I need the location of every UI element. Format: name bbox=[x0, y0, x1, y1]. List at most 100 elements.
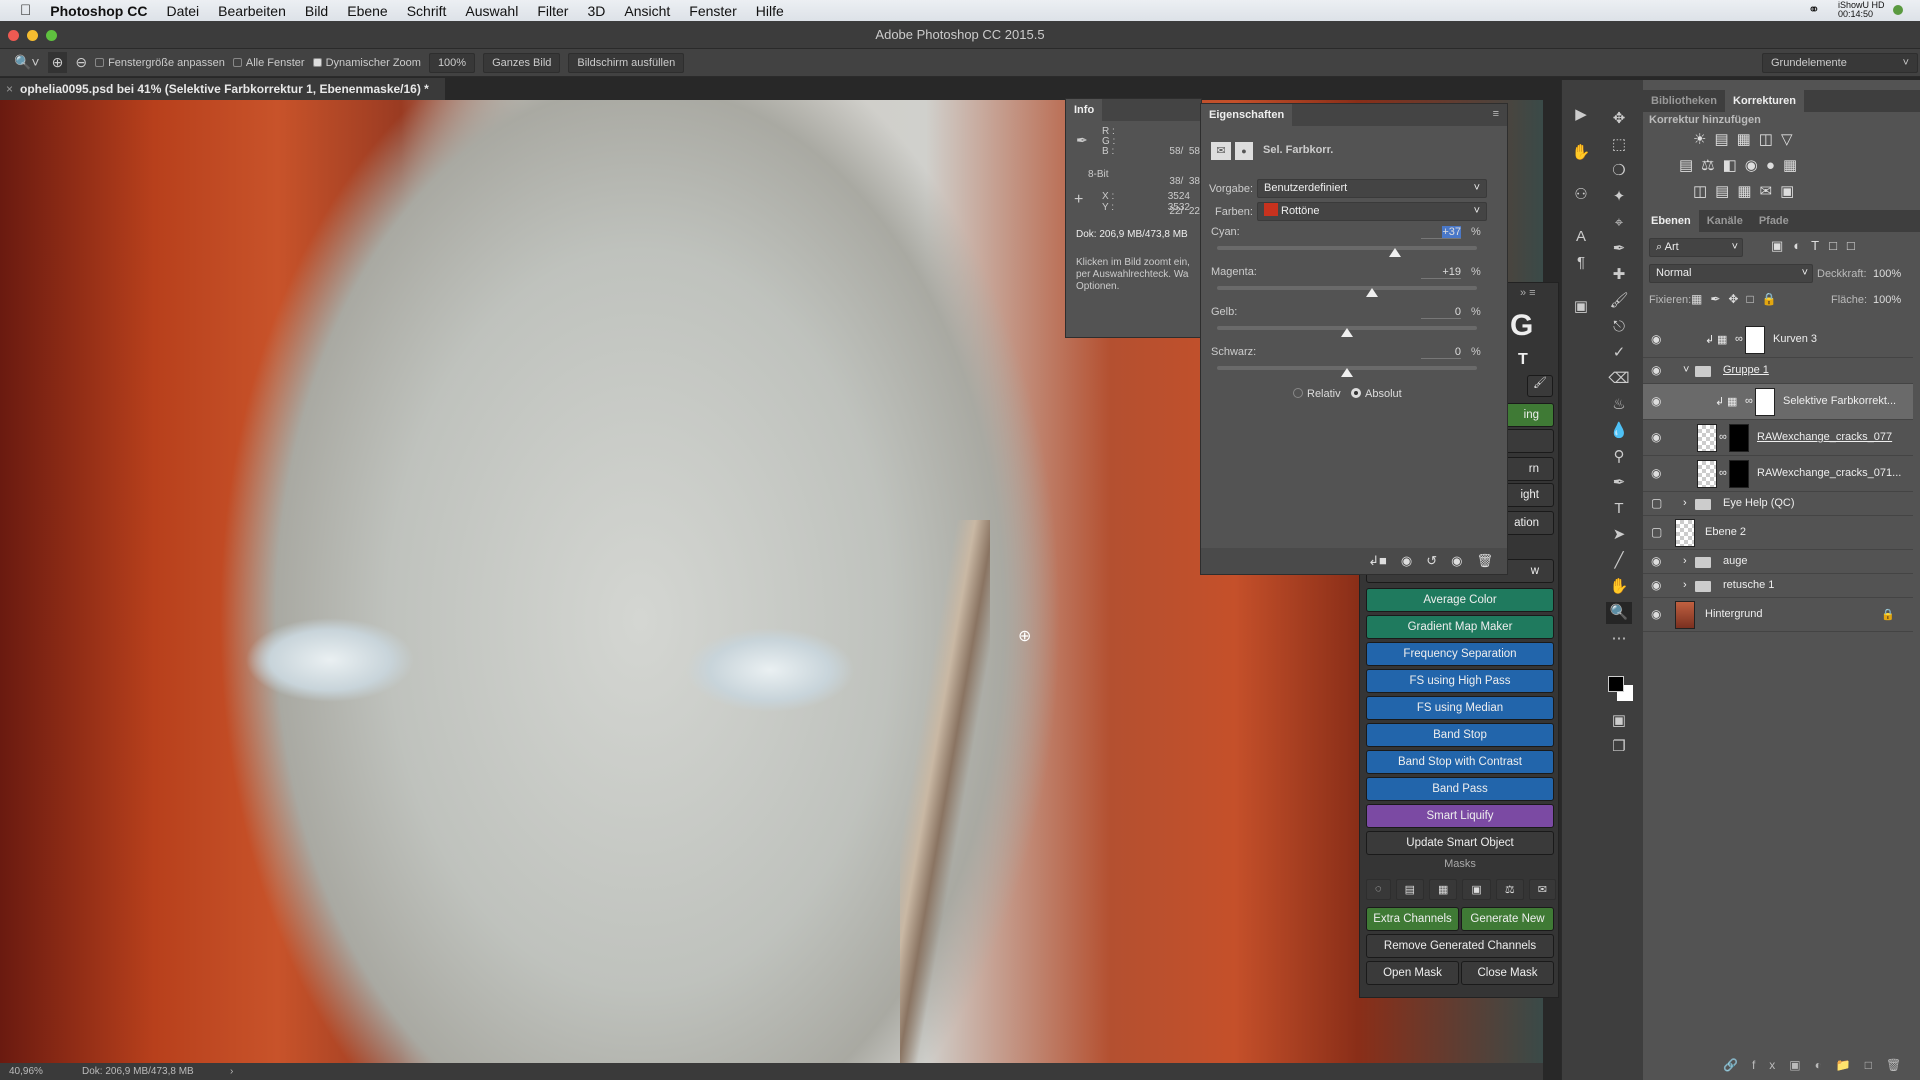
type-panel-icon[interactable]: A bbox=[1568, 226, 1594, 248]
preset-select[interactable]: Benutzerdefiniert ˅ bbox=[1257, 179, 1487, 198]
mask-balance-icon[interactable]: ⚖ bbox=[1495, 879, 1524, 900]
zoom-window-button[interactable] bbox=[46, 30, 57, 41]
opacity-input[interactable]: 100% bbox=[1873, 268, 1901, 280]
chevron-right-icon[interactable]: › bbox=[1683, 555, 1687, 567]
layers-footer-icons[interactable]: 🔗fx▣◐📁□🗑 bbox=[1723, 1058, 1915, 1072]
layer-mask-thumbnail[interactable] bbox=[1729, 460, 1749, 488]
view-previous-state-icon[interactable]: ◉ bbox=[1401, 553, 1412, 569]
mask-selection-icon[interactable]: ◌ bbox=[1366, 879, 1391, 900]
tab-pfade[interactable]: Pfade bbox=[1751, 210, 1797, 232]
tab-korrekturen[interactable]: Korrekturen bbox=[1725, 90, 1804, 112]
smart-object-thumbnail[interactable] bbox=[1697, 460, 1717, 488]
layer-filter-select[interactable]: ⌕ Art ˅ bbox=[1649, 238, 1743, 257]
slider-track[interactable] bbox=[1217, 246, 1477, 257]
layer-filter-icons[interactable]: ▣◐T□□ bbox=[1771, 238, 1865, 254]
menu-app[interactable]: Photoshop CC bbox=[50, 3, 147, 19]
tab-bibliotheken[interactable]: Bibliotheken bbox=[1643, 90, 1725, 112]
eye-icon[interactable]: ◉ bbox=[1651, 363, 1661, 377]
hand-tool-icon[interactable]: ✋ bbox=[1606, 576, 1632, 598]
slider-track[interactable] bbox=[1217, 286, 1477, 297]
tab-ebenen[interactable]: Ebenen bbox=[1643, 210, 1699, 232]
plugin-button-band-pass[interactable]: Band Pass bbox=[1366, 777, 1554, 801]
panel-menu-icon[interactable]: ≡ bbox=[1493, 108, 1499, 120]
eye-icon[interactable]: ◉ bbox=[1651, 466, 1661, 480]
healing-brush-icon[interactable]: ✚ bbox=[1606, 264, 1632, 286]
extra-channels-button[interactable]: Extra Channels bbox=[1366, 907, 1459, 931]
generate-new-button[interactable]: Generate New bbox=[1461, 907, 1554, 931]
close-mask-button[interactable]: Close Mask bbox=[1461, 961, 1554, 985]
puppet-icon[interactable]: ✋ bbox=[1568, 142, 1594, 164]
eye-icon[interactable]: ◉ bbox=[1651, 394, 1661, 408]
layer-row[interactable]: ▢ Ebene 2 bbox=[1643, 516, 1913, 550]
visibility-eye-icon[interactable]: ◉ bbox=[1451, 553, 1462, 569]
layer-mask-thumbnail[interactable] bbox=[1729, 424, 1749, 452]
apple-icon[interactable]:  bbox=[20, 2, 31, 19]
clip-to-layer-icon[interactable]: ↲■ bbox=[1368, 553, 1387, 569]
menu-hilfe[interactable]: Hilfe bbox=[756, 3, 784, 19]
layer-thumbnail[interactable] bbox=[1675, 519, 1695, 547]
slider-track[interactable] bbox=[1217, 326, 1477, 337]
paragraph-icon[interactable]: ¶ bbox=[1568, 252, 1594, 274]
eyedropper-icon[interactable]: ✒ bbox=[1076, 132, 1088, 149]
slider-thumb[interactable] bbox=[1341, 368, 1353, 377]
plugin-button-average-color[interactable]: Average Color bbox=[1366, 588, 1554, 612]
zoom-level[interactable]: 40,96% bbox=[9, 1063, 43, 1080]
eye-icon[interactable]: ◉ bbox=[1651, 607, 1661, 621]
tab-properties[interactable]: Eigenschaften bbox=[1201, 104, 1293, 126]
eraser-tool-icon[interactable]: ⌫ bbox=[1606, 368, 1632, 390]
reset-icon[interactable]: ↺ bbox=[1426, 553, 1437, 569]
history-brush-icon[interactable]: ✓ bbox=[1606, 342, 1632, 364]
blur-tool-icon[interactable]: 💧 bbox=[1606, 420, 1632, 442]
panel-expand-icon[interactable]: » ≡ bbox=[1520, 287, 1536, 299]
menu-fenster[interactable]: Fenster bbox=[689, 3, 736, 19]
move-tool-icon[interactable]: ✥ bbox=[1606, 108, 1632, 130]
magic-wand-icon[interactable]: ✦ bbox=[1606, 186, 1632, 208]
lasso-tool-icon[interactable]: ❍ bbox=[1606, 160, 1632, 182]
menu-ansicht[interactable]: Ansicht bbox=[624, 3, 670, 19]
play-action-icon[interactable]: ▶ bbox=[1568, 104, 1594, 126]
close-window-button[interactable] bbox=[8, 30, 19, 41]
mask-levels-icon[interactable]: ▤ bbox=[1395, 879, 1424, 900]
recorder-status[interactable]: iShowU HD 00:14:50 bbox=[1838, 1, 1885, 19]
fit-window-checkbox[interactable]: Fenstergröße anpassen bbox=[95, 57, 225, 69]
slider-value-input[interactable]: +37 bbox=[1421, 226, 1461, 239]
menu-schrift[interactable]: Schrift bbox=[407, 3, 447, 19]
all-windows-checkbox[interactable]: Alle Fenster bbox=[232, 57, 305, 69]
layer-row[interactable]: ◉ ↲ ▦ ∞ Selektive Farbkorrekt... bbox=[1643, 384, 1913, 420]
smart-object-thumbnail[interactable] bbox=[1697, 424, 1717, 452]
lock-icons[interactable]: ▦✒✥□🔒 bbox=[1691, 292, 1785, 306]
eye-icon[interactable]: ◉ bbox=[1651, 554, 1661, 568]
mask-selective-icon[interactable]: ✉ bbox=[1528, 879, 1556, 900]
hidden-eye-box[interactable]: ▢ bbox=[1651, 525, 1662, 539]
slider-value-input[interactable]: 0 bbox=[1421, 306, 1461, 319]
zoom-in-icon[interactable]: ⊕ bbox=[47, 52, 68, 73]
chevron-right-icon[interactable]: › bbox=[1683, 497, 1687, 509]
close-document-icon[interactable]: × bbox=[6, 78, 13, 100]
plugin-button-smart-liquify[interactable]: Smart Liquify bbox=[1366, 804, 1554, 828]
status-menu-chevron-icon[interactable]: › bbox=[230, 1063, 233, 1080]
remove-generated-channels-button[interactable]: Remove Generated Channels bbox=[1366, 934, 1554, 958]
eye-icon[interactable]: ◉ bbox=[1651, 578, 1661, 592]
document-tab[interactable]: × ophelia0095.psd bei 41% (Selektive Far… bbox=[0, 78, 445, 100]
layer-row[interactable]: ◉ › auge bbox=[1643, 550, 1913, 574]
menu-filter[interactable]: Filter bbox=[537, 3, 568, 19]
zoom-tool-preset-icon[interactable]: 🔍˅ bbox=[14, 54, 40, 71]
layer-mask-thumbnail[interactable] bbox=[1755, 388, 1775, 416]
absolute-radio[interactable]: Absolut bbox=[1351, 388, 1402, 400]
line-tool-icon[interactable]: ╱ bbox=[1606, 550, 1632, 572]
fill-screen-button[interactable]: Bildschirm ausfüllen bbox=[568, 52, 685, 73]
layer-thumbnail[interactable] bbox=[1675, 601, 1695, 629]
adjustment-icons-row-1[interactable]: ☀▤▦◫▽ bbox=[1693, 130, 1801, 148]
brush-button[interactable]: 🖌 bbox=[1527, 375, 1553, 397]
selective-color-icon[interactable]: ✉ bbox=[1211, 142, 1231, 160]
character-icon[interactable]: ⚇ bbox=[1568, 184, 1594, 206]
layer-mask-thumbnail[interactable] bbox=[1745, 326, 1765, 354]
fit-screen-button[interactable]: Ganzes Bild bbox=[483, 52, 561, 73]
layer-row[interactable]: ◉ ˅ Gruppe 1 bbox=[1643, 358, 1913, 384]
mask-curves-icon[interactable]: ▦ bbox=[1428, 879, 1458, 900]
foreground-color[interactable] bbox=[1608, 676, 1624, 692]
screen-mode-icon[interactable]: ❐ bbox=[1606, 736, 1632, 758]
plugin-button-fs-using-high-pass[interactable]: FS using High Pass bbox=[1366, 669, 1554, 693]
adjustment-icons-row-2[interactable]: ▤⚖◧◉●▦ bbox=[1679, 156, 1805, 174]
tab-kanaele[interactable]: Kanäle bbox=[1699, 210, 1751, 232]
